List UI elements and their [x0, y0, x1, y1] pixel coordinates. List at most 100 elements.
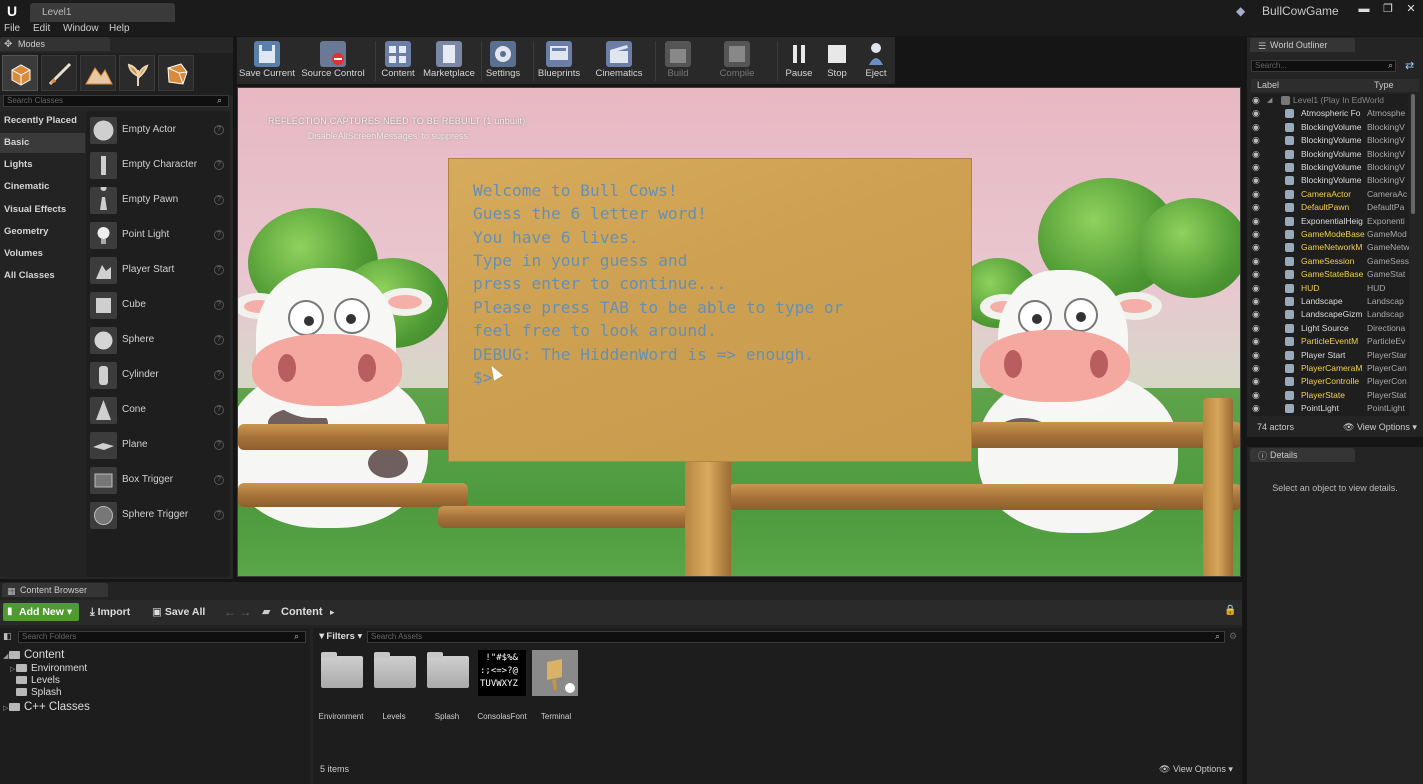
save-all-button[interactable]: ▣ Save All	[152, 603, 205, 621]
outliner-view-options[interactable]: 👁 View Options ▾	[1343, 420, 1417, 434]
outliner-row[interactable]: ◉ PointLight PointLight	[1251, 402, 1409, 415]
eye-icon[interactable]: ◉	[1252, 107, 1260, 120]
category-geometry[interactable]: Geometry	[0, 222, 85, 242]
menu-edit[interactable]: Edit	[33, 22, 50, 36]
outliner-options-icon[interactable]: ⇄	[1405, 59, 1414, 72]
stop-button[interactable]: Stop	[822, 37, 852, 84]
place-mode-icon[interactable]	[2, 55, 38, 91]
eye-icon[interactable]: ◉	[1252, 241, 1260, 254]
pause-button[interactable]: Pause	[782, 37, 816, 84]
eye-icon[interactable]: ◉	[1252, 134, 1260, 147]
collapse-arrow-icon[interactable]: ◢	[1267, 94, 1272, 107]
place-item-sphere[interactable]: Sphere ?	[86, 323, 230, 357]
tree-item-splash[interactable]: Splash	[16, 687, 62, 698]
search-folders-input[interactable]: Search Folders	[18, 631, 306, 643]
category-all-classes[interactable]: All Classes	[0, 266, 85, 286]
place-item-cylinder[interactable]: Cylinder ?	[86, 358, 230, 392]
level-viewport[interactable]: REFLECTION CAPTURES NEED TO BE REBUILT (…	[237, 87, 1241, 577]
tree-item-environment[interactable]: Environment	[16, 663, 87, 674]
filters-button[interactable]: ▼Filters ▾	[317, 631, 362, 642]
place-item-sphere-trigger[interactable]: Sphere Trigger ?	[86, 498, 230, 532]
path-content[interactable]: Content	[281, 603, 323, 621]
content-view-options[interactable]: 👁 View Options ▾	[1159, 764, 1233, 775]
modes-tab[interactable]: ✥ Modes	[0, 37, 110, 51]
eye-icon[interactable]: ◉	[1252, 188, 1260, 201]
path-arrow-icon[interactable]: ▸	[330, 603, 335, 621]
details-tab[interactable]: ⓘ Details	[1250, 448, 1355, 462]
eye-icon[interactable]: ◉	[1252, 121, 1260, 134]
menu-help[interactable]: Help	[109, 22, 130, 36]
outliner-row[interactable]: ◉ ParticleEventM ParticleEv	[1251, 335, 1409, 348]
help-icon[interactable]: ?	[214, 195, 224, 205]
eye-icon[interactable]: ◉	[1252, 322, 1260, 335]
outliner-row[interactable]: ◉ GameStateBase GameStat	[1251, 268, 1409, 281]
help-icon[interactable]: ?	[214, 405, 224, 415]
outliner-row[interactable]: ◉ ExponentialHeig Exponenti	[1251, 215, 1409, 228]
place-item-cone[interactable]: Cone ?	[86, 393, 230, 427]
outliner-row[interactable]: ◉ PlayerState PlayerStat	[1251, 389, 1409, 402]
eject-button[interactable]: Eject	[861, 37, 891, 84]
outliner-row[interactable]: ◉ CameraActor CameraAc	[1251, 188, 1409, 201]
back-arrow-icon[interactable]: ←	[224, 605, 236, 619]
category-visual-effects[interactable]: Visual Effects	[0, 200, 85, 220]
blueprints-button[interactable]: Blueprints	[535, 37, 583, 84]
place-item-plane[interactable]: Plane ?	[86, 428, 230, 462]
content-button[interactable]: Content	[379, 37, 417, 84]
paint-mode-icon[interactable]	[41, 55, 77, 91]
tree-item-levels[interactable]: Levels	[16, 675, 60, 686]
outliner-row[interactable]: ◉ GameSession GameSess	[1251, 255, 1409, 268]
tree-item-content[interactable]: Content	[9, 649, 64, 661]
asset-environment[interactable]: Environment	[317, 650, 365, 721]
asset-levels[interactable]: Levels	[370, 650, 418, 721]
eye-icon[interactable]: ◉	[1252, 174, 1260, 187]
place-item-box-trigger[interactable]: Box Trigger ?	[86, 463, 230, 497]
outliner-row[interactable]: ◉ Player Start PlayerStar	[1251, 349, 1409, 362]
geometry-mode-icon[interactable]	[158, 55, 194, 91]
asset-options-icon[interactable]: ⚙	[1229, 631, 1237, 642]
help-icon[interactable]: ?	[214, 265, 224, 275]
eye-icon[interactable]: ◉	[1252, 362, 1260, 375]
eye-icon[interactable]: ◉	[1252, 201, 1260, 214]
content-browser-tab[interactable]: ▦ Content Browser	[2, 583, 108, 597]
forward-arrow-icon[interactable]: →	[239, 605, 251, 619]
maximize-button[interactable]: ❐	[1376, 1, 1400, 17]
tree-item-cpp-classes[interactable]: C++ Classes	[9, 701, 90, 713]
level-tab[interactable]: Level1	[30, 3, 175, 22]
category-volumes[interactable]: Volumes	[0, 244, 85, 264]
outliner-row[interactable]: ◉ BlockingVolume BlockingV	[1251, 134, 1409, 147]
search-assets-input[interactable]: Search Assets	[367, 631, 1225, 643]
place-item-cube[interactable]: Cube ?	[86, 288, 230, 322]
asset-terminal[interactable]: Terminal	[532, 650, 580, 721]
outliner-row[interactable]: ◉ BlockingVolume BlockingV	[1251, 148, 1409, 161]
eye-icon[interactable]: ◉	[1252, 255, 1260, 268]
expand-arrow-icon[interactable]: ◢	[3, 652, 8, 660]
close-button[interactable]: ✕	[1399, 1, 1423, 17]
outliner-row[interactable]: ◉ DefaultPawn DefaultPa	[1251, 201, 1409, 214]
column-type[interactable]: Type	[1374, 79, 1394, 92]
menu-file[interactable]: File	[4, 22, 20, 36]
sources-toggle-icon[interactable]: ◧	[3, 631, 12, 642]
eye-icon[interactable]: ◉	[1252, 295, 1260, 308]
outliner-row[interactable]: ◉ LandscapeGizm Landscap	[1251, 308, 1409, 321]
search-classes-input[interactable]: Search Classes	[3, 95, 229, 107]
eye-icon[interactable]: ◉	[1252, 335, 1260, 348]
outliner-row[interactable]: ◉ Atmospheric Fo Atmosphe	[1251, 107, 1409, 120]
eye-icon[interactable]: ◉	[1252, 148, 1260, 161]
help-icon[interactable]: ?	[214, 160, 224, 170]
help-icon[interactable]: ?	[214, 440, 224, 450]
column-label[interactable]: Label	[1257, 79, 1279, 92]
compile-button[interactable]: Compile	[711, 37, 763, 84]
outliner-row[interactable]: ◉ BlockingVolume BlockingV	[1251, 121, 1409, 134]
outliner-search-input[interactable]: Search...	[1251, 60, 1396, 72]
eye-icon[interactable]: ◉	[1252, 389, 1260, 402]
expand-arrow-icon[interactable]: ▷	[3, 704, 8, 712]
place-item-player-start[interactable]: Player Start ?	[86, 253, 230, 287]
eye-icon[interactable]: ◉	[1252, 161, 1260, 174]
eye-icon[interactable]: ◉	[1252, 375, 1260, 388]
minimize-button[interactable]: ▬	[1352, 1, 1376, 17]
source-control-button[interactable]: Source Control	[299, 37, 367, 84]
eye-icon[interactable]: ◉	[1252, 282, 1260, 295]
category-recently-placed[interactable]: Recently Placed	[0, 111, 85, 131]
eye-icon[interactable]: ◉	[1252, 349, 1260, 362]
asset-consolas-font[interactable]: !"#$%& :;<=>?@ TUVWXYZ ConsolasFont	[477, 650, 527, 721]
